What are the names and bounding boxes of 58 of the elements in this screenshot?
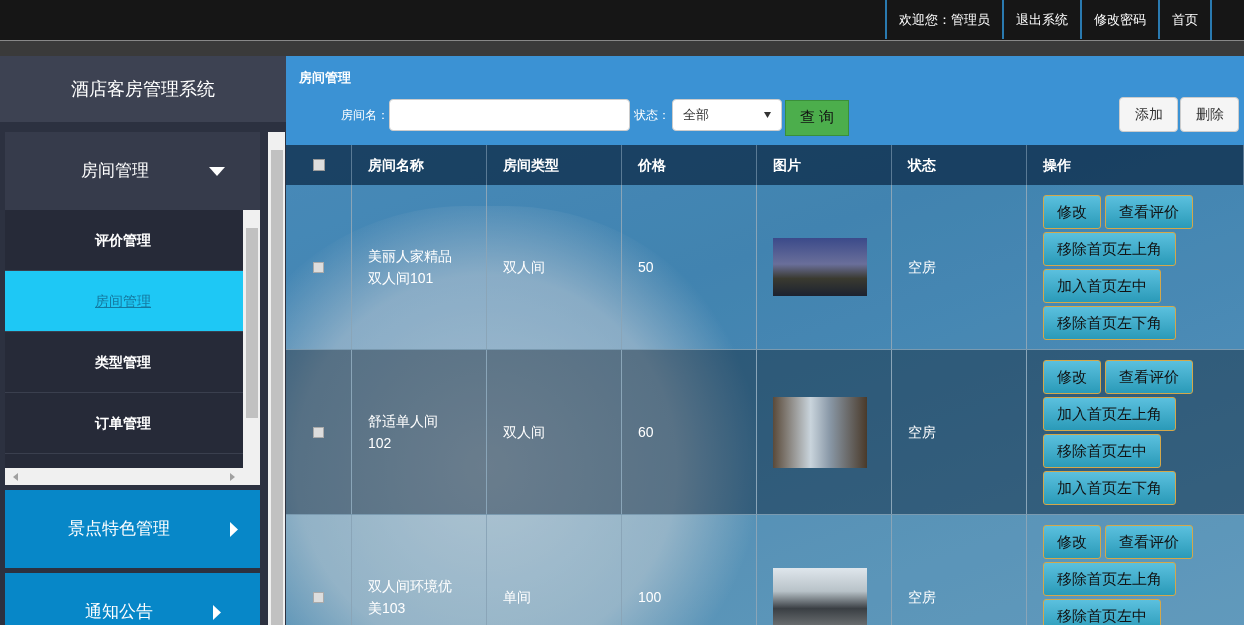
- panel-title: 房间管理: [299, 69, 352, 87]
- row-action-button[interactable]: 加入首页左上角: [1043, 397, 1176, 431]
- caret-right-icon: [212, 604, 221, 620]
- row-action-button[interactable]: 查看评价: [1105, 195, 1193, 229]
- scroll-left-icon: [13, 472, 18, 481]
- row-action-button[interactable]: 修改: [1043, 525, 1101, 559]
- table-cell-text: 50: [638, 257, 654, 277]
- table-cell-text: 空房: [908, 587, 936, 607]
- column-header: 房间类型: [487, 145, 622, 185]
- action-button[interactable]: 删除: [1180, 97, 1239, 132]
- row-action-button[interactable]: 移除首页左上角: [1043, 562, 1176, 596]
- table-cell-text: 美丽人家精品双人间101: [368, 247, 453, 288]
- column-header: 状态: [892, 145, 1027, 185]
- caret-down-icon: [208, 166, 225, 176]
- row-action-button[interactable]: 修改: [1043, 195, 1101, 229]
- status-select[interactable]: 全部: [672, 98, 782, 131]
- menu-group[interactable]: 景点特色管理: [5, 490, 260, 568]
- table-cell-text: 空房: [908, 422, 936, 442]
- row-action-button[interactable]: 加入首页左中: [1043, 269, 1161, 303]
- column-header: 操作: [1027, 145, 1244, 185]
- table-cell-text: 双人间环境优美103: [368, 577, 453, 618]
- sidebar-title: 酒店客房管理系统: [0, 56, 286, 122]
- table-cell-text: 双人间: [503, 257, 545, 277]
- row-action-button[interactable]: 查看评价: [1105, 360, 1193, 394]
- search-button[interactable]: 查 询: [785, 99, 849, 136]
- row-action-button[interactable]: 查看评价: [1105, 525, 1193, 559]
- row-action-button[interactable]: 移除首页左中: [1043, 599, 1161, 625]
- menu-group[interactable]: 通知公告: [5, 573, 260, 625]
- checkbox[interactable]: [312, 159, 325, 171]
- row-action-button[interactable]: 修改: [1043, 360, 1101, 394]
- room-name-field[interactable]: [389, 98, 630, 131]
- checkbox[interactable]: [313, 591, 324, 603]
- table-cell-text: 双人间: [503, 422, 545, 442]
- column-header: 价格: [622, 145, 757, 185]
- field-label: 状态：: [634, 106, 670, 124]
- row-action-button[interactable]: 加入首页左下角: [1043, 471, 1176, 505]
- checkbox[interactable]: [313, 426, 324, 438]
- nav-link[interactable]: 首页: [1158, 0, 1210, 39]
- table-cell-text: 60: [638, 422, 654, 442]
- action-button[interactable]: 添加: [1119, 97, 1178, 132]
- field-label: 房间名：: [341, 106, 389, 124]
- column-header: 房间名称: [352, 145, 487, 185]
- table-cell-text: 空房: [908, 257, 936, 277]
- menu-group[interactable]: 房间管理: [5, 132, 260, 210]
- nav-link[interactable]: 修改密码: [1080, 0, 1158, 39]
- caret-down-icon: [764, 111, 771, 118]
- nav-link[interactable]: 欢迎您：管理员: [885, 0, 1002, 39]
- scroll-right-icon: [230, 472, 235, 481]
- table-cell-text: 单间: [503, 587, 531, 607]
- table-cell-text: 100: [638, 587, 662, 607]
- checkbox[interactable]: [313, 261, 324, 273]
- column-header: 图片: [757, 145, 892, 185]
- row-action-button[interactable]: 移除首页左中: [1043, 434, 1161, 468]
- row-action-button[interactable]: 移除首页左下角: [1043, 306, 1176, 340]
- caret-right-icon: [229, 521, 238, 537]
- table-cell-text: 舒适单人间102: [368, 412, 439, 453]
- row-action-button[interactable]: 移除首页左上角: [1043, 232, 1176, 266]
- nav-link[interactable]: 退出系统: [1002, 0, 1080, 39]
